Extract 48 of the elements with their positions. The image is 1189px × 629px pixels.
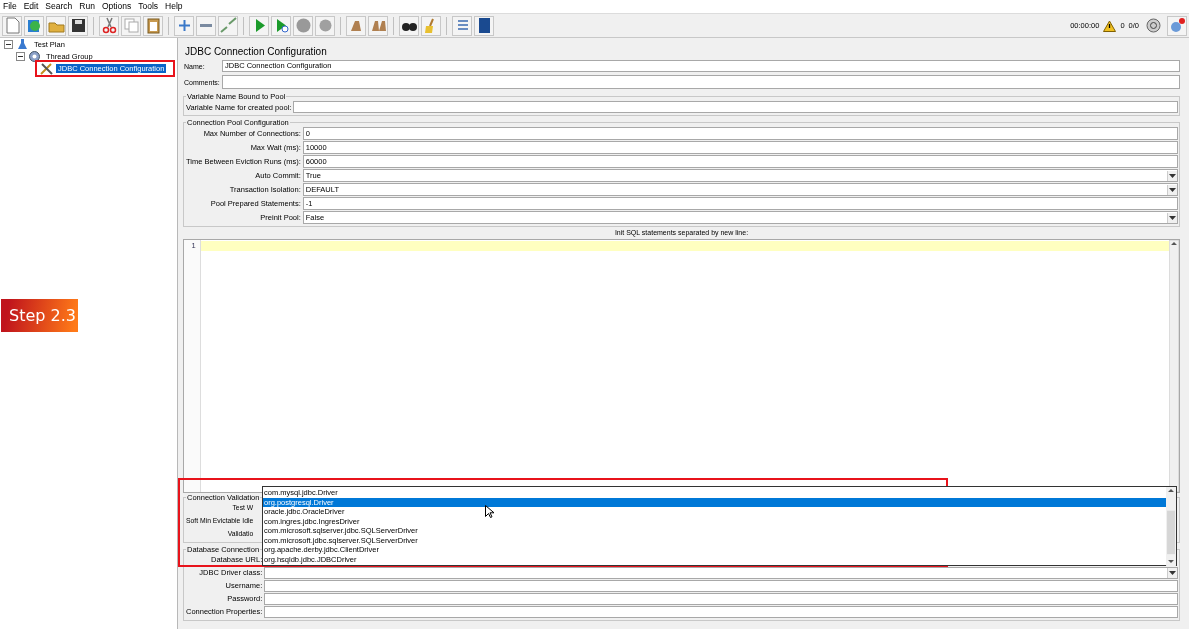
start-button[interactable] xyxy=(249,15,269,36)
mouse-pointer-icon xyxy=(485,505,494,518)
menu-item[interactable]: File xyxy=(3,1,17,12)
new-file-icon xyxy=(3,17,21,34)
expand-button[interactable] xyxy=(174,15,194,36)
flask-icon xyxy=(16,37,29,51)
wrench-screwdriver-icon xyxy=(40,61,53,75)
save-button[interactable] xyxy=(68,15,88,36)
copy-icon xyxy=(122,17,140,34)
copy-button[interactable] xyxy=(121,15,141,36)
dropdown-field[interactable] xyxy=(264,567,1178,579)
text-field[interactable] xyxy=(293,101,1178,113)
search-button[interactable] xyxy=(399,15,419,36)
shutdown-button[interactable] xyxy=(315,15,335,36)
caret-icon xyxy=(1169,173,1176,178)
caret-icon xyxy=(1169,571,1176,575)
cut-button[interactable] xyxy=(99,15,119,36)
warning-icon xyxy=(1103,19,1117,32)
text-field[interactable] xyxy=(264,606,1178,618)
menu-item[interactable]: Options xyxy=(101,1,132,12)
collapse-toggle-icon[interactable] xyxy=(16,51,25,61)
menu-item[interactable]: Tools xyxy=(138,1,159,12)
panel-title: JDBC Connection Configuration xyxy=(185,45,328,59)
log-button[interactable] xyxy=(1143,15,1163,36)
text-field[interactable] xyxy=(264,580,1178,592)
stop-button[interactable] xyxy=(293,15,313,36)
menu-item[interactable]: Run xyxy=(79,1,95,12)
remote-button[interactable] xyxy=(1167,15,1187,36)
menu-item[interactable]: Help xyxy=(165,1,183,12)
caret-icon xyxy=(1169,215,1176,220)
gear-icon xyxy=(28,49,41,63)
comments-field[interactable] xyxy=(222,75,1180,89)
collapse-toggle-icon[interactable] xyxy=(4,39,13,49)
text-field[interactable] xyxy=(264,593,1178,605)
clipboard-icon xyxy=(144,17,162,34)
globe-dot-icon xyxy=(1168,17,1186,34)
menu-item[interactable]: Search xyxy=(45,1,73,12)
caret-icon xyxy=(1169,187,1176,192)
paste-button[interactable] xyxy=(143,15,163,36)
scissors-icon xyxy=(100,17,118,34)
stop-icon xyxy=(294,17,312,34)
step-badge: Step 2.3 xyxy=(1,299,78,332)
shutdown-icon xyxy=(316,17,334,34)
menu-item[interactable]: Edit xyxy=(23,1,39,12)
collapse-button[interactable] xyxy=(196,15,216,36)
minus-icon xyxy=(200,24,212,27)
circle-arrows-icon xyxy=(1145,18,1161,33)
start-no-pause-button[interactable] xyxy=(271,15,291,36)
